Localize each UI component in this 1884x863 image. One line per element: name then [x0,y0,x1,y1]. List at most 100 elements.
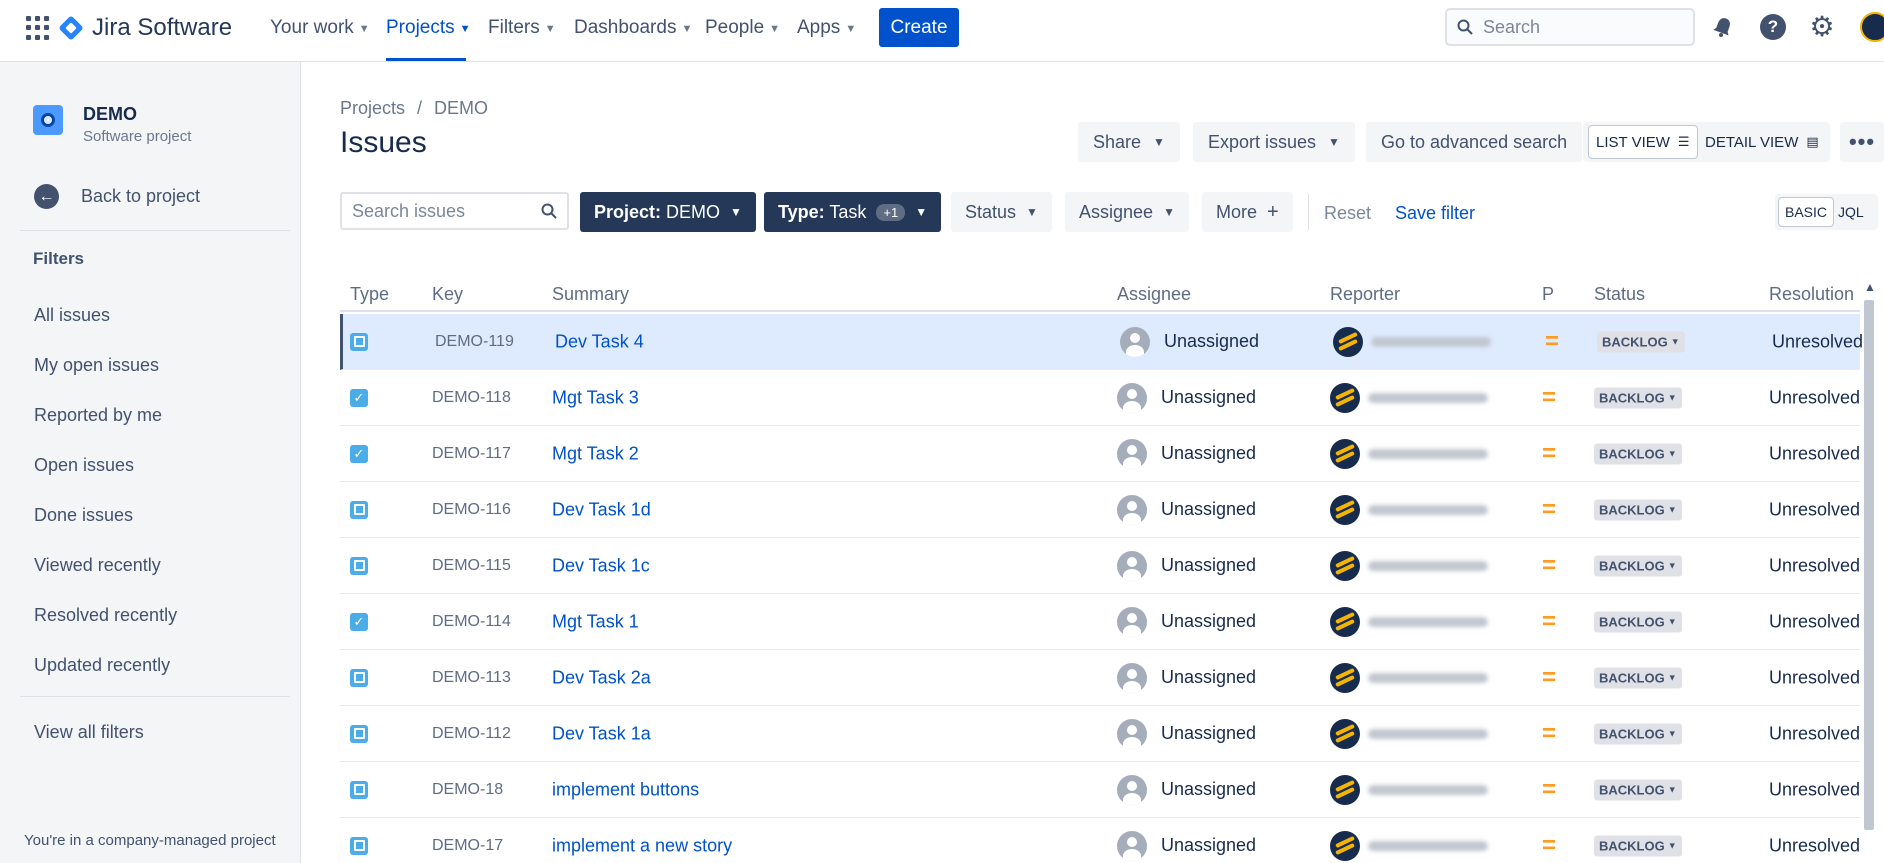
status-filter-button[interactable]: Status ▼ [951,192,1052,232]
status-lozenge[interactable]: BACKLOG ▼ [1594,499,1682,520]
breadcrumb-projects[interactable]: Projects [340,98,405,119]
share-button[interactable]: Share ▼ [1078,122,1180,162]
issue-key[interactable]: DEMO-112 [432,725,511,743]
issue-summary-link[interactable]: Dev Task 2a [552,667,651,688]
scroll-thumb[interactable] [1864,300,1874,830]
scroll-up-icon[interactable]: ▲ [1864,280,1876,294]
table-row[interactable]: ✓ DEMO-118 Mgt Task 3 Unassigned = BACKLOG ▼ Un… [340,370,1860,426]
global-search-input[interactable]: Search [1445,8,1695,46]
issue-summary-link[interactable]: implement a new story [552,835,732,856]
col-status[interactable]: Status [1594,284,1645,305]
col-assignee[interactable]: Assignee [1117,284,1191,305]
reporter-avatar[interactable] [1330,494,1360,525]
user-avatar[interactable] [1860,12,1884,42]
settings-gear-icon[interactable]: ⚙ [1808,13,1836,41]
col-summary[interactable]: Summary [552,284,629,305]
table-row[interactable]: DEMO-112 Dev Task 1a Unassigned = BACKLOG ▼ Un… [340,706,1860,762]
status-lozenge[interactable]: BACKLOG ▼ [1594,387,1682,408]
filter-viewed-recently[interactable]: Viewed recently [34,555,161,576]
reporter-avatar[interactable] [1330,438,1360,469]
reporter-avatar[interactable] [1333,326,1363,357]
issue-key[interactable]: DEMO-116 [432,501,511,519]
nav-filters[interactable]: Filters ▼ [488,17,556,39]
issue-key[interactable]: DEMO-114 [432,613,511,631]
project-filter-button[interactable]: Project: DEMO ▼ [580,192,756,232]
table-row[interactable]: DEMO-113 Dev Task 2a Unassigned = BACKLOG ▼ Un… [340,650,1860,706]
more-actions-icon[interactable]: ••• [1840,122,1884,162]
issue-key[interactable]: DEMO-17 [432,837,503,855]
reporter-avatar[interactable] [1330,662,1360,693]
view-all-filters-link[interactable]: View all filters [34,722,144,743]
status-lozenge[interactable]: BACKLOG ▼ [1594,667,1682,688]
issue-summary-link[interactable]: Mgt Task 2 [552,443,639,464]
filter-done-issues[interactable]: Done issues [34,505,133,526]
reporter-avatar[interactable] [1330,382,1360,413]
table-row[interactable]: ✓ DEMO-114 Mgt Task 1 Unassigned = BACKLOG ▼ Un… [340,594,1860,650]
issue-key[interactable]: DEMO-119 [435,333,514,351]
nav-apps[interactable]: Apps ▼ [797,17,856,39]
issue-summary-link[interactable]: Dev Task 4 [555,331,644,352]
assignee-filter-button[interactable]: Assignee ▼ [1065,192,1189,232]
table-row[interactable]: ✓ DEMO-117 Mgt Task 2 Unassigned = BACKLOG ▼ Un… [340,426,1860,482]
status-lozenge[interactable]: BACKLOG ▼ [1594,835,1682,856]
filter-resolved-recently[interactable]: Resolved recently [34,605,177,626]
table-row[interactable]: DEMO-115 Dev Task 1c Unassigned = BACKLOG ▼ Un… [340,538,1860,594]
breadcrumb-demo[interactable]: DEMO [434,98,488,119]
issue-key[interactable]: DEMO-115 [432,557,511,575]
issue-summary-link[interactable]: Dev Task 1d [552,499,651,520]
filter-reported-by-me[interactable]: Reported by me [34,405,162,426]
filter-updated-recently[interactable]: Updated recently [34,655,170,676]
issue-key[interactable]: DEMO-18 [432,781,503,799]
notifications-icon[interactable] [1709,13,1737,41]
type-filter-button[interactable]: Type: Task +1 ▼ [764,192,942,232]
search-issues-input[interactable]: Search issues [340,192,569,230]
nav-projects[interactable]: Projects ▼ [386,17,471,39]
col-type[interactable]: Type [350,284,389,305]
filter-all-issues[interactable]: All issues [34,305,110,326]
issue-summary-link[interactable]: Mgt Task 3 [552,387,639,408]
more-filters-button[interactable]: More + [1202,192,1293,232]
jira-logo[interactable]: Jira Software [58,14,232,42]
list-view-button[interactable]: LIST VIEW ☰ [1589,126,1697,158]
table-row[interactable]: DEMO-116 Dev Task 1d Unassigned = BACKLOG ▼ Un… [340,482,1860,538]
detail-view-button[interactable]: DETAIL VIEW ▤ [1698,126,1826,158]
nav-people[interactable]: People ▼ [705,17,780,39]
reset-button[interactable]: Reset [1324,203,1371,224]
col-reporter[interactable]: Reporter [1330,284,1400,305]
back-to-project-link[interactable]: ← Back to project [34,184,200,209]
col-key[interactable]: Key [432,284,463,305]
status-lozenge[interactable]: BACKLOG ▼ [1594,555,1682,576]
jql-mode-button[interactable]: JQL [1832,198,1870,226]
issue-summary-link[interactable]: Mgt Task 1 [552,611,639,632]
advanced-search-button[interactable]: Go to advanced search [1366,122,1583,162]
status-lozenge[interactable]: BACKLOG ▼ [1594,779,1682,800]
reporter-avatar[interactable] [1330,550,1360,581]
filter-open-issues[interactable]: Open issues [34,455,134,476]
app-switcher-icon[interactable] [26,16,50,40]
issue-key[interactable]: DEMO-113 [432,669,511,687]
issue-summary-link[interactable]: implement buttons [552,779,699,800]
status-lozenge[interactable]: BACKLOG ▼ [1594,723,1682,744]
issue-summary-link[interactable]: Dev Task 1a [552,723,651,744]
col-resolution[interactable]: Resolution [1769,284,1854,305]
nav-dashboards[interactable]: Dashboards ▼ [574,17,692,39]
table-row[interactable]: DEMO-119 Dev Task 4 Unassigned = BACKLOG ▼ Unr… [340,314,1863,370]
table-scrollbar[interactable]: ▲ [1862,280,1876,863]
issue-key[interactable]: DEMO-118 [432,389,511,407]
help-icon[interactable]: ? [1759,13,1787,41]
filter-my-open-issues[interactable]: My open issues [34,355,159,376]
export-issues-button[interactable]: Export issues ▼ [1193,122,1355,162]
nav-your-work[interactable]: Your work ▼ [270,17,370,39]
status-lozenge[interactable]: BACKLOG ▼ [1594,611,1682,632]
issue-key[interactable]: DEMO-117 [432,445,511,463]
issue-summary-link[interactable]: Dev Task 1c [552,555,650,576]
save-filter-button[interactable]: Save filter [1395,203,1475,224]
table-row[interactable]: DEMO-17 implement a new story Unassigned = B… [340,818,1860,863]
status-lozenge[interactable]: BACKLOG ▼ [1597,331,1685,352]
table-row[interactable]: DEMO-18 implement buttons Unassigned = BACKL… [340,762,1860,818]
col-priority[interactable]: P [1542,284,1554,305]
reporter-avatar[interactable] [1330,774,1360,805]
create-button[interactable]: Create [879,8,959,47]
status-lozenge[interactable]: BACKLOG ▼ [1594,443,1682,464]
reporter-avatar[interactable] [1330,830,1360,861]
